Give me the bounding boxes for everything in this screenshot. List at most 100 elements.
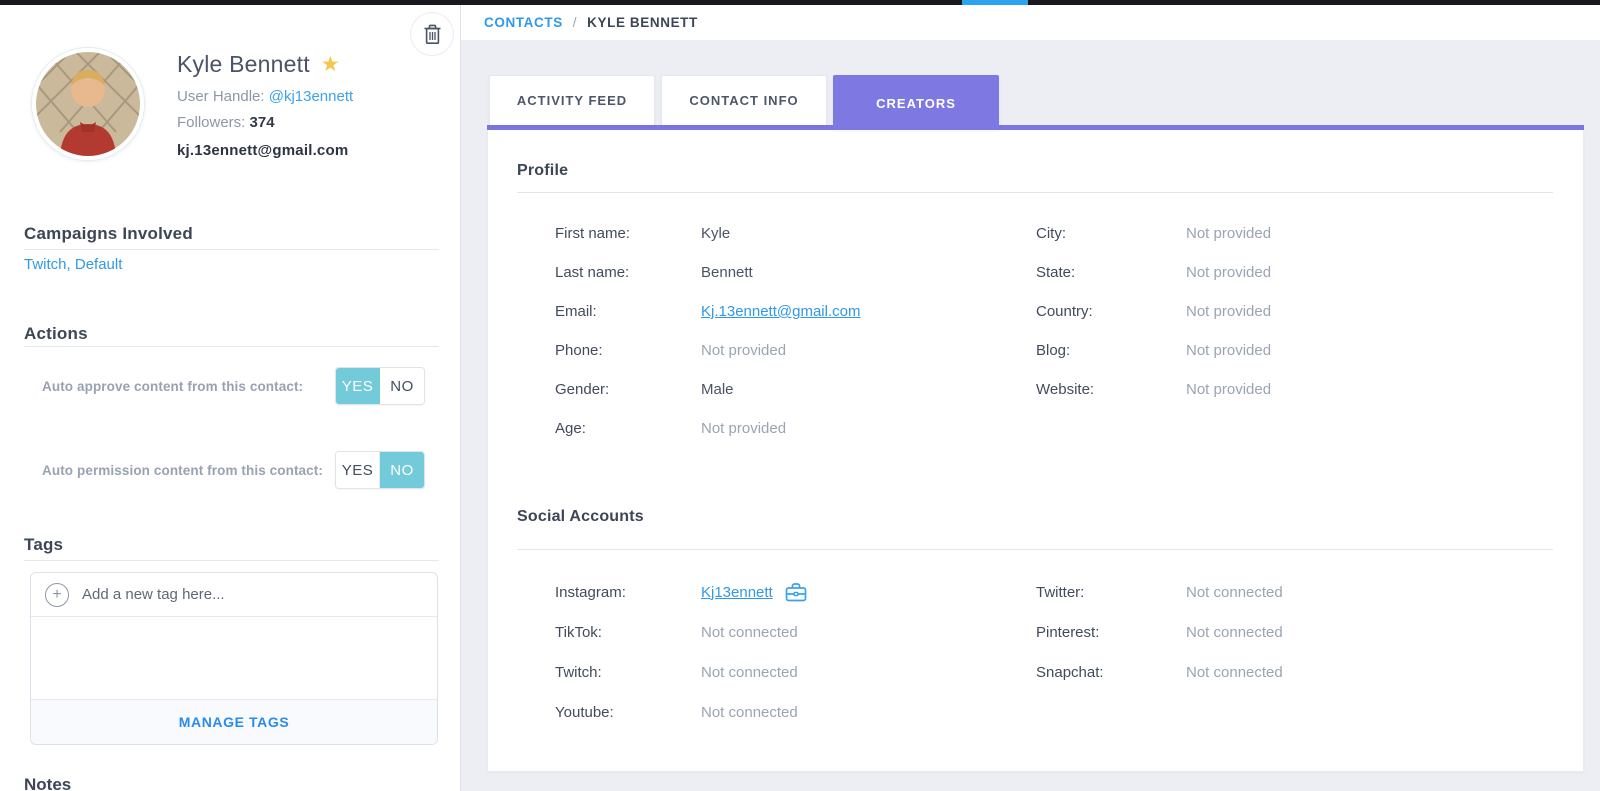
contact-tabs: ACTIVITY FEEDCONTACT INFOCREATORS (489, 75, 999, 130)
field-label: Website: (1036, 381, 1186, 398)
field-value-link[interactable]: Kj13ennett (701, 584, 773, 601)
field-row: Email:Kj.13ennett@gmail.com (555, 292, 860, 331)
user-handle-link[interactable]: @kj13ennett (269, 88, 353, 105)
field-value: Not provided (701, 342, 786, 359)
divider (24, 560, 439, 561)
field-label: Age: (555, 420, 701, 437)
profile-section-heading: Profile (517, 162, 568, 180)
field-row: State:Not provided (1036, 253, 1271, 292)
field-value: Not connected (701, 664, 798, 681)
breadcrumb-current: KYLE BENNETT (587, 15, 698, 30)
user-handle-label: User Handle: (177, 88, 269, 105)
field-row: City:Not provided (1036, 214, 1271, 253)
contact-detail-page: Kyle Bennett ★ User Handle: @kj13ennett … (0, 0, 1600, 791)
auto-permission-toggle: YESNO (335, 451, 425, 489)
field-row: Website:Not provided (1036, 370, 1271, 409)
avatar (32, 48, 144, 160)
field-label: Twitter: (1036, 584, 1186, 601)
field-label: TikTok: (555, 624, 701, 641)
add-tag-input[interactable] (82, 586, 437, 603)
field-row: Gender:Male (555, 370, 860, 409)
campaign-link-default[interactable]: Default (75, 256, 123, 273)
campaign-separator: , (67, 256, 75, 273)
tag-list-empty-area (31, 617, 437, 699)
field-label: First name: (555, 225, 701, 242)
breadcrumb: CONTACTS / KYLE BENNETT (461, 5, 1600, 40)
auto-approve-row: Auto approve content from this contact: … (42, 368, 425, 404)
contact-sidebar: Kyle Bennett ★ User Handle: @kj13ennett … (0, 0, 461, 791)
field-value: Not connected (701, 624, 798, 641)
field-value: Not connected (701, 704, 798, 721)
field-value: Not provided (701, 420, 786, 437)
field-row: TikTok:Not connected (555, 612, 807, 652)
briefcase-icon[interactable] (785, 582, 807, 602)
field-label: Country: (1036, 303, 1186, 320)
divider (24, 346, 439, 347)
social-section-heading: Social Accounts (517, 508, 644, 526)
toggle-no-button[interactable]: NO (380, 452, 424, 488)
field-label: City: (1036, 225, 1186, 242)
field-value: Kyle (701, 225, 730, 242)
field-value: Male (701, 381, 734, 398)
add-tag-plus-icon[interactable]: + (45, 583, 69, 607)
field-row: First name:Kyle (555, 214, 860, 253)
campaign-link-twitch[interactable]: Twitch (24, 256, 67, 273)
field-value: Not provided (1186, 264, 1271, 281)
toggle-yes-button[interactable]: YES (336, 368, 380, 404)
field-value: Not provided (1186, 225, 1271, 242)
field-row: Snapchat:Not connected (1036, 652, 1283, 692)
profile-right-column: City:Not providedState:Not providedCount… (1036, 214, 1271, 409)
divider (517, 192, 1553, 193)
add-tag-row: + (31, 573, 437, 617)
field-label: Snapchat: (1036, 664, 1186, 681)
manage-tags-label: MANAGE TAGS (179, 714, 290, 730)
campaigns-heading: Campaigns Involved (24, 224, 193, 244)
followers-row: Followers: 374 (177, 114, 275, 131)
field-value: Not connected (1186, 624, 1283, 641)
auto-permission-label: Auto permission content from this contac… (42, 463, 323, 478)
field-value-link[interactable]: Kj.13ennett@gmail.com (701, 303, 860, 320)
field-value: Not provided (1186, 303, 1271, 320)
campaign-links: Twitch, Default (24, 256, 122, 273)
divider (24, 249, 439, 250)
actions-heading: Actions (24, 324, 88, 344)
creators-panel: Profile First name:KyleLast name:Bennett… (487, 130, 1584, 772)
field-label: Instagram: (555, 584, 701, 601)
field-row: Instagram:Kj13ennett (555, 572, 807, 612)
field-label: Twitch: (555, 664, 701, 681)
delete-contact-button[interactable] (410, 12, 454, 56)
field-value: Bennett (701, 264, 753, 281)
field-value: Not provided (1186, 381, 1271, 398)
field-label: Pinterest: (1036, 624, 1186, 641)
tab-creators[interactable]: CREATORS (833, 75, 999, 130)
field-label: Gender: (555, 381, 701, 398)
field-row: Age:Not provided (555, 409, 860, 448)
field-row: Blog:Not provided (1036, 331, 1271, 370)
social-left-column: Instagram:Kj13ennettTikTok:Not connected… (555, 572, 807, 732)
contact-email: kj.13ennett@gmail.com (177, 142, 348, 159)
field-label: Email: (555, 303, 701, 320)
toggle-yes-button[interactable]: YES (336, 452, 380, 488)
field-label: Blog: (1036, 342, 1186, 359)
field-label: Youtube: (555, 704, 701, 721)
tab-contact-info[interactable]: CONTACT INFO (661, 75, 827, 125)
toggle-no-button[interactable]: NO (380, 368, 424, 404)
manage-tags-button[interactable]: MANAGE TAGS (31, 699, 437, 744)
tags-card: + MANAGE TAGS (30, 572, 438, 745)
divider (517, 549, 1553, 550)
field-row: Youtube:Not connected (555, 692, 807, 732)
field-row: Country:Not provided (1036, 292, 1271, 331)
trash-icon (423, 24, 442, 45)
tab-activity-feed[interactable]: ACTIVITY FEED (489, 75, 655, 125)
field-label: Phone: (555, 342, 701, 359)
field-row: Last name:Bennett (555, 253, 860, 292)
breadcrumb-contacts-link[interactable]: CONTACTS (484, 15, 563, 30)
field-row: Twitch:Not connected (555, 652, 807, 692)
profile-left-column: First name:KyleLast name:BennettEmail:Kj… (555, 214, 860, 448)
followers-label: Followers: (177, 114, 250, 131)
auto-approve-toggle: YESNO (335, 367, 425, 405)
field-value: Not connected (1186, 664, 1283, 681)
favorite-star-icon[interactable]: ★ (321, 54, 340, 75)
social-right-column: Twitter:Not connectedPinterest:Not conne… (1036, 572, 1283, 692)
field-value: Not provided (1186, 342, 1271, 359)
